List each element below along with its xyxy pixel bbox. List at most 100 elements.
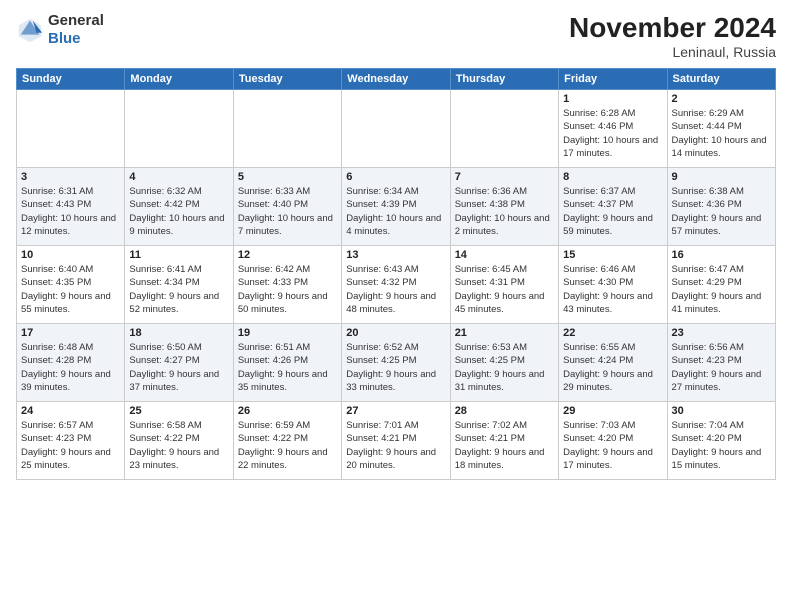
table-row: 4 Sunrise: 6:32 AM Sunset: 4:42 PM Daylig… — [125, 168, 233, 246]
table-row: 23Sunrise: 6:56 AM Sunset: 4:23 PM Dayli… — [667, 324, 775, 402]
table-row: 24 Sunrise: 6:57 AM Sunset: 4:23 PM Dayli… — [17, 402, 125, 480]
day-number: 9 — [672, 171, 771, 183]
day-number: 2 — [672, 93, 771, 105]
calendar-header-row: Sunday Monday Tuesday Wednesday Thursday… — [17, 69, 776, 90]
day-info: Sunrise: 6:37 AM Sunset: 4:37 PM Dayligh… — [563, 185, 662, 238]
table-row — [342, 90, 450, 168]
day-info: Sunrise: 6:46 AM Sunset: 4:30 PM Dayligh… — [563, 263, 662, 316]
calendar-week-4: 17 Sunrise: 6:48 AM Sunset: 4:28 PM Dayli… — [17, 324, 776, 402]
day-info: Sunrise: 6:41 AM Sunset: 4:34 PM Dayligh… — [129, 263, 228, 316]
day-info: Sunrise: 6:40 AM Sunset: 4:35 PM Dayligh… — [21, 263, 120, 316]
calendar-table: Sunday Monday Tuesday Wednesday Thursday… — [16, 68, 776, 480]
day-number: 3 — [21, 171, 120, 183]
day-number: 27 — [346, 405, 445, 417]
day-number: 17 — [21, 327, 120, 339]
table-row — [17, 90, 125, 168]
table-row: 18Sunrise: 6:50 AM Sunset: 4:27 PM Dayli… — [125, 324, 233, 402]
table-row: 7Sunrise: 6:36 AM Sunset: 4:38 PM Daylig… — [450, 168, 558, 246]
calendar-week-5: 24 Sunrise: 6:57 AM Sunset: 4:23 PM Dayli… — [17, 402, 776, 480]
col-sunday: Sunday — [17, 69, 125, 90]
day-info: Sunrise: 6:55 AM Sunset: 4:24 PM Dayligh… — [563, 341, 662, 394]
table-row: 25 Sunrise: 6:58 AM Sunset: 4:22 PM Dayli… — [125, 402, 233, 480]
day-number: 28 — [455, 405, 554, 417]
day-info: Sunrise: 6:57 AM Sunset: 4:23 PM Dayligh… — [21, 419, 120, 472]
logo-text: General Blue — [48, 12, 104, 48]
day-info: Sunrise: 7:02 AM Sunset: 4:21 PM Dayligh… — [455, 419, 554, 472]
day-number: 7 — [455, 171, 554, 183]
table-row: 29Sunrise: 7:03 AM Sunset: 4:20 PM Dayli… — [559, 402, 667, 480]
day-number: 22 — [563, 327, 662, 339]
day-info: Sunrise: 6:45 AM Sunset: 4:31 PM Dayligh… — [455, 263, 554, 316]
day-number: 8 — [563, 171, 662, 183]
table-row: 20 Sunrise: 6:52 AM Sunset: 4:25 PM Dayli… — [342, 324, 450, 402]
calendar-week-1: 1Sunrise: 6:28 AM Sunset: 4:46 PM Daylig… — [17, 90, 776, 168]
table-row: 27 Sunrise: 7:01 AM Sunset: 4:21 PM Dayli… — [342, 402, 450, 480]
col-monday: Monday — [125, 69, 233, 90]
calendar-week-2: 3Sunrise: 6:31 AM Sunset: 4:43 PM Daylig… — [17, 168, 776, 246]
col-saturday: Saturday — [667, 69, 775, 90]
day-info: Sunrise: 6:48 AM Sunset: 4:28 PM Dayligh… — [21, 341, 120, 394]
day-info: Sunrise: 6:32 AM Sunset: 4:42 PM Dayligh… — [129, 185, 228, 238]
day-info: Sunrise: 6:28 AM Sunset: 4:46 PM Dayligh… — [563, 107, 662, 160]
logo: General Blue — [16, 12, 104, 48]
day-info: Sunrise: 6:53 AM Sunset: 4:25 PM Dayligh… — [455, 341, 554, 394]
table-row: 14 Sunrise: 6:45 AM Sunset: 4:31 PM Dayli… — [450, 246, 558, 324]
day-number: 11 — [129, 249, 228, 261]
table-row: 22 Sunrise: 6:55 AM Sunset: 4:24 PM Dayli… — [559, 324, 667, 402]
col-thursday: Thursday — [450, 69, 558, 90]
table-row: 19 Sunrise: 6:51 AM Sunset: 4:26 PM Dayli… — [233, 324, 341, 402]
day-number: 20 — [346, 327, 445, 339]
day-number: 16 — [672, 249, 771, 261]
day-number: 21 — [455, 327, 554, 339]
location: Leninaul, Russia — [569, 44, 776, 60]
table-row: 11 Sunrise: 6:41 AM Sunset: 4:34 PM Dayli… — [125, 246, 233, 324]
month-title: November 2024 — [569, 12, 776, 44]
table-row — [233, 90, 341, 168]
day-number: 26 — [238, 405, 337, 417]
col-wednesday: Wednesday — [342, 69, 450, 90]
day-info: Sunrise: 7:01 AM Sunset: 4:21 PM Dayligh… — [346, 419, 445, 472]
title-block: November 2024 Leninaul, Russia — [569, 12, 776, 60]
day-info: Sunrise: 6:43 AM Sunset: 4:32 PM Dayligh… — [346, 263, 445, 316]
table-row: 6 Sunrise: 6:34 AM Sunset: 4:39 PM Daylig… — [342, 168, 450, 246]
table-row: 21 Sunrise: 6:53 AM Sunset: 4:25 PM Dayli… — [450, 324, 558, 402]
day-number: 19 — [238, 327, 337, 339]
day-info: Sunrise: 6:51 AM Sunset: 4:26 PM Dayligh… — [238, 341, 337, 394]
day-info: Sunrise: 6:50 AM Sunset: 4:27 PM Dayligh… — [129, 341, 228, 394]
table-row: 1Sunrise: 6:28 AM Sunset: 4:46 PM Daylig… — [559, 90, 667, 168]
day-info: Sunrise: 6:38 AM Sunset: 4:36 PM Dayligh… — [672, 185, 771, 238]
table-row: 8 Sunrise: 6:37 AM Sunset: 4:37 PM Daylig… — [559, 168, 667, 246]
table-row: 30 Sunrise: 7:04 AM Sunset: 4:20 PM Dayli… — [667, 402, 775, 480]
table-row: 3Sunrise: 6:31 AM Sunset: 4:43 PM Daylig… — [17, 168, 125, 246]
table-row — [450, 90, 558, 168]
day-number: 13 — [346, 249, 445, 261]
table-row — [125, 90, 233, 168]
table-row: 9 Sunrise: 6:38 AM Sunset: 4:36 PM Daylig… — [667, 168, 775, 246]
col-tuesday: Tuesday — [233, 69, 341, 90]
day-number: 6 — [346, 171, 445, 183]
day-number: 30 — [672, 405, 771, 417]
day-info: Sunrise: 6:56 AM Sunset: 4:23 PM Dayligh… — [672, 341, 771, 394]
calendar-week-3: 10 Sunrise: 6:40 AM Sunset: 4:35 PM Dayli… — [17, 246, 776, 324]
day-info: Sunrise: 6:29 AM Sunset: 4:44 PM Dayligh… — [672, 107, 771, 160]
col-friday: Friday — [559, 69, 667, 90]
day-info: Sunrise: 6:42 AM Sunset: 4:33 PM Dayligh… — [238, 263, 337, 316]
day-number: 10 — [21, 249, 120, 261]
page-header: General Blue November 2024 Leninaul, Rus… — [16, 12, 776, 60]
day-info: Sunrise: 7:04 AM Sunset: 4:20 PM Dayligh… — [672, 419, 771, 472]
table-row: 12Sunrise: 6:42 AM Sunset: 4:33 PM Dayli… — [233, 246, 341, 324]
logo-icon — [16, 16, 44, 44]
day-number: 24 — [21, 405, 120, 417]
day-info: Sunrise: 6:34 AM Sunset: 4:39 PM Dayligh… — [346, 185, 445, 238]
day-info: Sunrise: 6:52 AM Sunset: 4:25 PM Dayligh… — [346, 341, 445, 394]
day-number: 4 — [129, 171, 228, 183]
day-number: 25 — [129, 405, 228, 417]
day-number: 14 — [455, 249, 554, 261]
day-number: 29 — [563, 405, 662, 417]
day-info: Sunrise: 6:47 AM Sunset: 4:29 PM Dayligh… — [672, 263, 771, 316]
table-row: 26Sunrise: 6:59 AM Sunset: 4:22 PM Dayli… — [233, 402, 341, 480]
table-row: 5Sunrise: 6:33 AM Sunset: 4:40 PM Daylig… — [233, 168, 341, 246]
table-row: 28 Sunrise: 7:02 AM Sunset: 4:21 PM Dayli… — [450, 402, 558, 480]
table-row: 17 Sunrise: 6:48 AM Sunset: 4:28 PM Dayli… — [17, 324, 125, 402]
day-info: Sunrise: 6:58 AM Sunset: 4:22 PM Dayligh… — [129, 419, 228, 472]
